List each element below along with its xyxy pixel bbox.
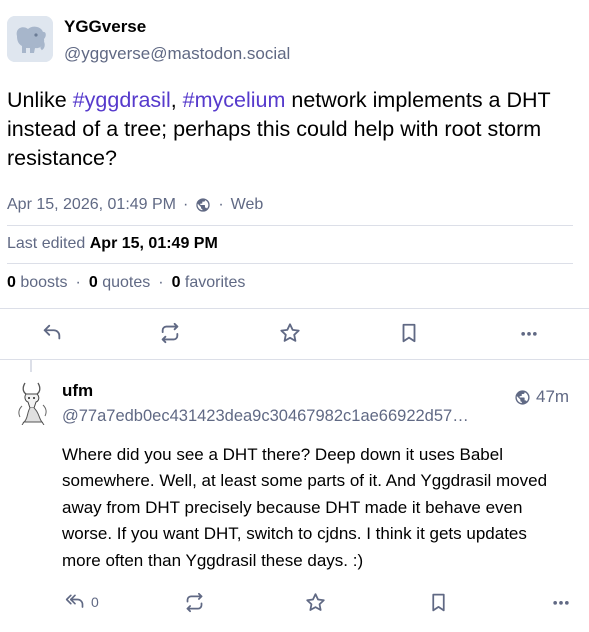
boost-icon — [186, 592, 203, 612]
bookmark-icon — [432, 593, 445, 611]
goat-avatar-icon — [10, 379, 56, 426]
hashtag-link[interactable]: #yggdrasil — [73, 88, 171, 112]
quotes-count: 0 — [88, 274, 98, 291]
application-name: Web — [230, 196, 264, 213]
quotes-link[interactable]: 0 quotes — [89, 274, 150, 291]
boost-button[interactable] — [184, 588, 205, 616]
bookmark-button[interactable] — [428, 588, 449, 616]
separator: · — [158, 274, 164, 291]
separator: · — [75, 274, 81, 291]
status-meta: Apr 15, 2026, 01:49 PM · · Web — [7, 196, 263, 214]
elephant-avatar-icon — [7, 16, 53, 62]
reply-action-bar: 0 — [0, 588, 589, 616]
content-text: , — [170, 88, 183, 112]
reply-account-handle[interactable]: @77a7edb0ec431423dea9c30467982c1ae66922d… — [62, 407, 502, 426]
reply-content: Where did you see a DHT there? Deep down… — [62, 445, 548, 570]
divider — [0, 359, 589, 360]
avatar[interactable] — [7, 16, 53, 62]
boosts-link[interactable]: 0 boosts — [7, 274, 68, 291]
hashtag-link[interactable]: #mycelium — [183, 88, 286, 112]
bookmark-icon — [402, 323, 416, 343]
globe-icon — [195, 197, 211, 213]
edited-label: Last edited — [7, 235, 86, 252]
globe-icon — [515, 389, 530, 405]
account-handle[interactable]: @yggverse@mastodon.social — [64, 44, 290, 64]
bookmark-button[interactable] — [395, 318, 423, 348]
separator: · — [183, 196, 189, 213]
reply-all-icon — [65, 594, 84, 608]
status-content: Unlike #yggdrasil, #mycelium network imp… — [7, 86, 577, 173]
display-name[interactable]: YGGverse — [64, 17, 146, 37]
favorite-button[interactable] — [305, 588, 326, 616]
boosts-label: boosts — [20, 274, 68, 291]
reply-display-name[interactable]: ufm — [62, 381, 93, 401]
star-icon — [306, 592, 325, 611]
edited-info[interactable]: Last edited Apr 15, 01:49 PM — [7, 235, 218, 253]
timestamp-link[interactable]: Apr 15, 2026, 01:49 PM — [7, 196, 176, 214]
more-icon — [521, 332, 537, 336]
content-text: Unlike — [7, 88, 73, 112]
separator: · — [218, 196, 224, 213]
divider — [0, 308, 589, 309]
boost-button[interactable] — [156, 318, 184, 348]
reply-all-button[interactable]: 0 — [63, 588, 99, 616]
favorites-link[interactable]: 0 favorites — [172, 274, 246, 291]
more-button[interactable] — [551, 588, 571, 616]
avatar[interactable] — [10, 379, 56, 426]
divider — [7, 225, 573, 226]
favorite-button[interactable] — [276, 318, 304, 348]
boost-icon — [161, 322, 179, 344]
star-icon — [280, 323, 300, 342]
reply-timestamp[interactable]: 47m — [514, 387, 569, 407]
favorites-count: 0 — [171, 274, 181, 291]
interaction-counts: 0 boosts · 0 quotes · 0 favorites — [7, 274, 245, 292]
favorites-label: favorites — [184, 274, 246, 291]
more-icon — [553, 601, 569, 605]
action-bar — [0, 318, 589, 348]
thread-line — [30, 360, 32, 372]
divider — [7, 263, 573, 264]
reply-count: 0 — [91, 594, 99, 610]
edited-date: Apr 15, 01:49 PM — [89, 235, 218, 252]
boosts-count: 0 — [7, 274, 16, 291]
quotes-label: quotes — [102, 274, 151, 291]
reply-button[interactable] — [38, 318, 66, 348]
reply-icon — [43, 324, 61, 340]
more-button[interactable] — [515, 318, 543, 348]
relative-time: 47m — [536, 387, 570, 406]
